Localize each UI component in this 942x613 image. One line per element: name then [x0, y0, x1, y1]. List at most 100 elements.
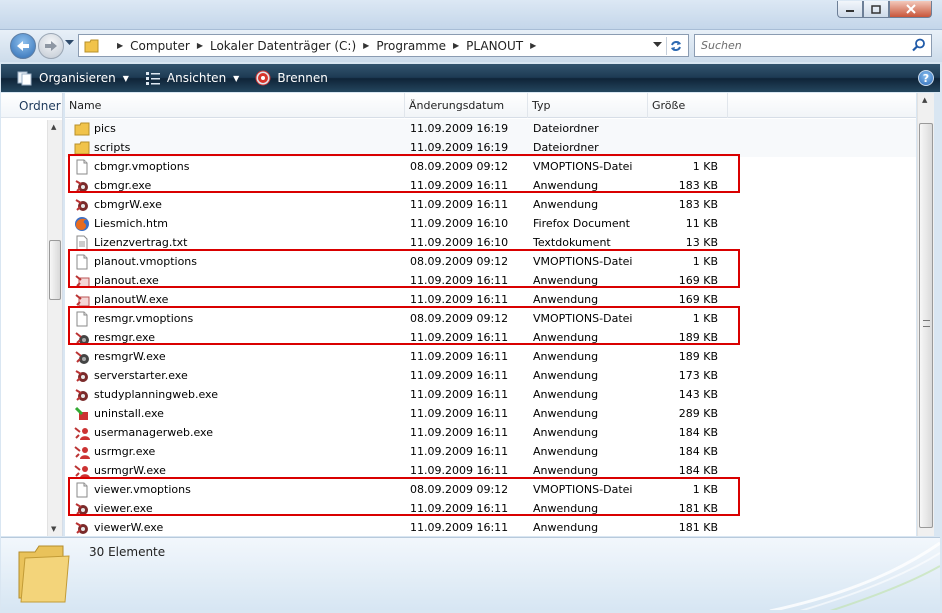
close-button[interactable]: [889, 1, 932, 18]
address-bar[interactable]: ▶ Computer ▶ Lokaler Datenträger (C:) ▶ …: [78, 34, 689, 57]
file-row[interactable]: Liesmich.htm 11.09.2009 16:10 Firefox Docu…: [65, 214, 916, 233]
file-size: 183 KB: [678, 198, 718, 211]
planout-app-icon: [74, 273, 90, 289]
refresh-button[interactable]: [666, 37, 684, 55]
scroll-down-icon[interactable]: ▼: [51, 525, 56, 533]
file-date: 11.09.2009 16:11: [410, 350, 509, 363]
file-row[interactable]: planout.exe 11.09.2009 16:11 Anwendung 169 …: [65, 271, 916, 290]
help-button[interactable]: ?: [918, 70, 934, 86]
search-icon[interactable]: [912, 38, 926, 52]
folders-header[interactable]: Ordner: [1, 93, 62, 118]
file-row[interactable]: studyplanningweb.exe 11.09.2009 16:11 Anwe…: [65, 385, 916, 404]
column-header-name[interactable]: Name: [65, 93, 405, 118]
file-date: 11.09.2009 16:11: [410, 293, 509, 306]
file-name: viewer.exe: [94, 502, 153, 515]
window-controls: [837, 1, 932, 18]
address-history-dropdown-icon[interactable]: [653, 42, 662, 48]
maximize-button[interactable]: [863, 1, 889, 18]
file-row[interactable]: resmgrW.exe 11.09.2009 16:11 Anwendung 189 …: [65, 347, 916, 366]
file-list-scrollbar[interactable]: ▲: [917, 93, 934, 536]
file-size: 184 KB: [678, 426, 718, 439]
file-date: 11.09.2009 16:11: [410, 464, 509, 477]
navigation-bar: ▶ Computer ▶ Lokaler Datenträger (C:) ▶ …: [0, 30, 942, 62]
file-row[interactable]: cbmgr.vmoptions 08.09.2009 09:12 VMOPTIONS…: [65, 157, 916, 176]
views-button[interactable]: Ansichten ▼: [145, 71, 239, 85]
file-row[interactable]: cbmgrW.exe 11.09.2009 16:11 Anwendung 183 K…: [65, 195, 916, 214]
recent-pages-dropdown-icon[interactable]: [65, 40, 74, 46]
column-header-type[interactable]: Typ: [528, 93, 648, 118]
burn-button[interactable]: Brennen: [255, 70, 328, 86]
folders-label: Ordner: [19, 99, 61, 113]
file-date: 11.09.2009 16:11: [410, 179, 509, 192]
file-row[interactable]: viewer.vmoptions 08.09.2009 09:12 VMOPTION…: [65, 480, 916, 499]
file-row[interactable]: viewerW.exe 11.09.2009 16:11 Anwendung 181 …: [65, 518, 916, 536]
help-icon: ?: [922, 71, 930, 85]
file-row[interactable]: uninstall.exe 11.09.2009 16:11 Anwendung 28…: [65, 404, 916, 423]
gear-app-icon: [74, 197, 90, 213]
file-row[interactable]: usermanagerweb.exe 11.09.2009 16:11 Anwend…: [65, 423, 916, 442]
file-row[interactable]: scripts 11.09.2009 16:19 Dateiordner: [65, 138, 916, 157]
file-date: 11.09.2009 16:11: [410, 274, 509, 287]
file-row[interactable]: planoutW.exe 11.09.2009 16:11 Anwendung 169…: [65, 290, 916, 309]
scrollbar-grip: [923, 320, 930, 327]
file-size: 143 KB: [678, 388, 718, 401]
file-name: uninstall.exe: [94, 407, 164, 420]
chevron-right-icon[interactable]: ▶: [530, 41, 536, 50]
column-header-date[interactable]: Änderungsdatum: [405, 93, 528, 118]
file-name: planoutW.exe: [94, 293, 169, 306]
organize-label: Organisieren: [39, 71, 116, 85]
scrollbar-thumb[interactable]: [49, 240, 61, 300]
forward-button[interactable]: [38, 33, 64, 59]
file-name: usrmgrW.exe: [94, 464, 166, 477]
chevron-right-icon[interactable]: ▶: [453, 41, 459, 50]
gear-app-icon: [74, 387, 90, 403]
document-icon: [74, 254, 90, 270]
file-name: scripts: [94, 141, 131, 154]
breadcrumb-item[interactable]: PLANOUT: [466, 39, 523, 53]
file-row[interactable]: resmgr.vmoptions 08.09.2009 09:12 VMOPTION…: [65, 309, 916, 328]
file-type: Anwendung: [533, 198, 599, 211]
user-app-icon: [74, 425, 90, 441]
file-row[interactable]: pics 11.09.2009 16:19 Dateiordner: [65, 119, 916, 138]
file-date: 11.09.2009 16:11: [410, 369, 509, 382]
file-type: Anwendung: [533, 407, 599, 420]
folder-icon: [74, 140, 90, 156]
file-row[interactable]: viewer.exe 11.09.2009 16:11 Anwendung 181 K…: [65, 499, 916, 518]
chevron-right-icon[interactable]: ▶: [363, 41, 369, 50]
chevron-right-icon[interactable]: ▶: [197, 41, 203, 50]
back-button[interactable]: [10, 33, 36, 59]
organize-icon: [17, 71, 32, 86]
column-header-row: Name Änderungsdatum Typ Größe: [65, 93, 916, 118]
file-size: 11 KB: [685, 217, 718, 230]
firefox-icon: [74, 216, 90, 232]
file-size: 169 KB: [678, 293, 718, 306]
file-name: cbmgr.vmoptions: [94, 160, 190, 173]
file-row[interactable]: planout.vmoptions 08.09.2009 09:12 VMOPTIO…: [65, 252, 916, 271]
file-type: Firefox Document: [533, 217, 630, 230]
file-size: 1 KB: [692, 160, 718, 173]
scroll-up-icon[interactable]: ▲: [922, 96, 927, 104]
file-row[interactable]: usrmgrW.exe 11.09.2009 16:11 Anwendung 184 …: [65, 461, 916, 480]
breadcrumb-item[interactable]: Programme: [376, 39, 446, 53]
file-row[interactable]: Lizenzvertrag.txt 11.09.2009 16:10 Textdok…: [65, 233, 916, 252]
breadcrumb-item[interactable]: Computer: [130, 39, 190, 53]
file-type: Anwendung: [533, 521, 599, 534]
column-header-size[interactable]: Größe: [648, 93, 728, 118]
file-row[interactable]: serverstarter.exe 11.09.2009 16:11 Anwendu…: [65, 366, 916, 385]
close-icon: [905, 4, 916, 14]
file-row[interactable]: usrmgr.exe 11.09.2009 16:11 Anwendung 184 K…: [65, 442, 916, 461]
document-icon: [74, 482, 90, 498]
file-date: 08.09.2009 09:12: [410, 483, 509, 496]
refresh-icon: [670, 41, 681, 51]
organize-button[interactable]: Organisieren ▼: [17, 70, 129, 86]
file-row[interactable]: cbmgr.exe 11.09.2009 16:11 Anwendung 183 KB: [65, 176, 916, 195]
search-box[interactable]: Suchen: [694, 34, 932, 57]
scrollbar-thumb[interactable]: [919, 123, 933, 528]
search-placeholder[interactable]: Suchen: [701, 39, 742, 52]
scroll-up-icon[interactable]: ▲: [51, 123, 56, 131]
navigation-pane-scrollbar[interactable]: ▲ ▼: [47, 120, 62, 536]
breadcrumb-item[interactable]: Lokaler Datenträger (C:): [210, 39, 356, 53]
minimize-button[interactable]: [837, 1, 863, 18]
file-row[interactable]: resmgr.exe 11.09.2009 16:11 Anwendung 189 K…: [65, 328, 916, 347]
planout-app-icon: [74, 292, 90, 308]
